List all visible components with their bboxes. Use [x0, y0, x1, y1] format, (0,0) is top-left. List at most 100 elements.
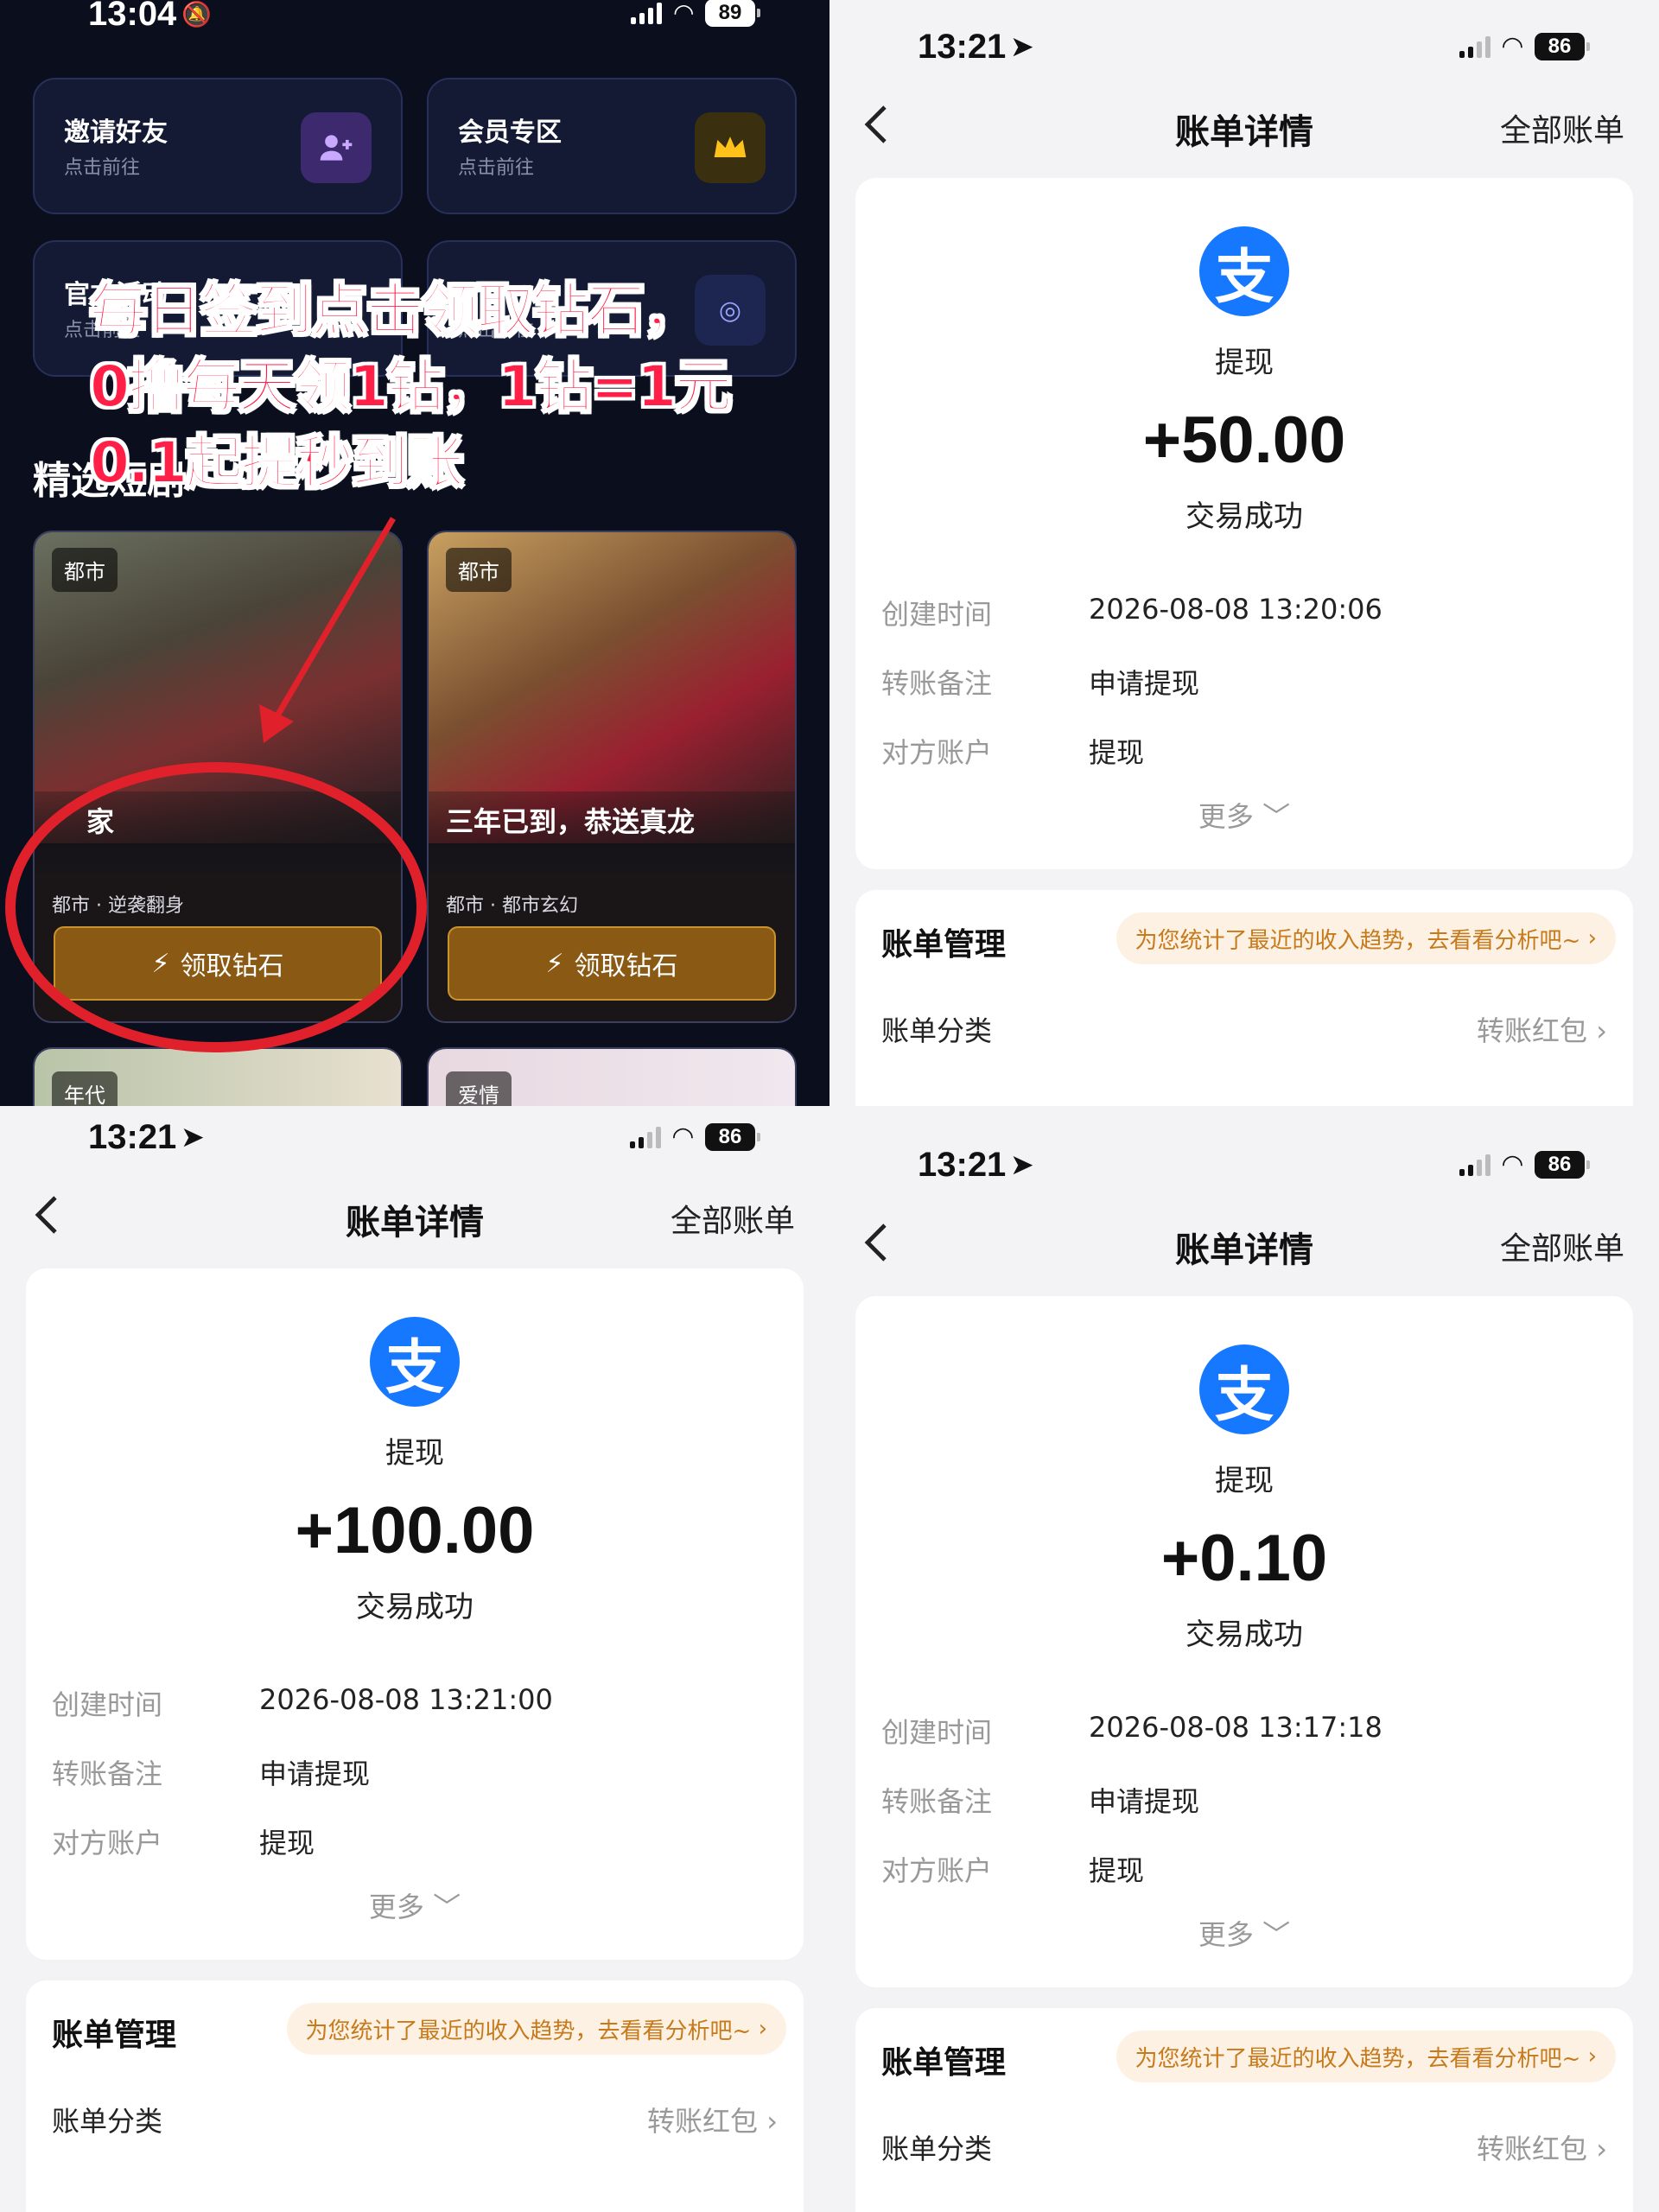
location-arrow-icon: ➤	[1011, 33, 1033, 61]
detail-value: 2026-08-08 13:21:00	[259, 1683, 553, 1716]
bill-card: 支 提现 +50.00 交易成功 创建时间 2026-08-08 13:20:06…	[855, 178, 1633, 869]
category-label: 账单分类	[881, 2133, 993, 2165]
chevron-right-icon: ›	[1587, 2044, 1597, 2069]
bill-detail-screen: 13:21 ➤ ◠ 86 账单详情 全部账单 支 提现 +0.10 交易成功 创…	[830, 1106, 1659, 2212]
battery-icon: 86	[705, 1122, 760, 1151]
status-time: 13:21	[918, 1146, 1007, 1184]
bill-status: 交易成功	[1185, 499, 1303, 534]
bill-card: 支 提现 +0.10 交易成功 创建时间 2026-08-08 13:17:18 …	[855, 1296, 1633, 1987]
wifi-icon: ◠	[672, 1122, 693, 1152]
management-title: 账单管理	[881, 2045, 1007, 2081]
status-bar: 13:21 ➤ ◠ 86	[0, 1106, 830, 1158]
chevron-down-icon: ﹀	[1262, 1918, 1291, 1951]
chevron-down-icon: ﹀	[1262, 800, 1291, 833]
more-toggle[interactable]: 更多 ﹀	[26, 1885, 804, 1925]
chevron-right-icon: ›	[1587, 925, 1597, 951]
category-value[interactable]: 转账红包 ›	[647, 2100, 778, 2139]
chevron-right-icon: ›	[1596, 1014, 1607, 1047]
detail-key: 创建时间	[881, 598, 993, 631]
app-screen: 13:04 🔕 ◠ 89 邀请好友 点击前往 会员专区 点击前往 官方活动 点击…	[0, 0, 830, 1106]
nav-bar: 账单详情 全部账单	[830, 90, 1659, 159]
detail-key: 对方账户	[52, 1827, 163, 1859]
status-bar: 13:21 ➤ ◠ 86	[830, 16, 1659, 67]
all-bills-link[interactable]: 全部账单	[1500, 105, 1624, 150]
highlight-circle	[5, 762, 427, 1052]
all-bills-link[interactable]: 全部账单	[1500, 1224, 1624, 1268]
alipay-logo-icon: 支	[1199, 1344, 1289, 1434]
arrow-head	[259, 704, 294, 743]
signal-icon	[629, 1126, 661, 1148]
status-bar: 13:21 ➤ ◠ 86	[830, 1134, 1659, 1185]
signal-icon	[1459, 35, 1491, 58]
bill-detail-screen: 13:21 ➤ ◠ 86 账单详情 全部账单 支 提现 +50.00 交易成功 …	[830, 0, 1659, 1106]
detail-key: 对方账户	[881, 736, 993, 769]
chevron-right-icon: ›	[758, 2016, 767, 2042]
detail-row: 创建时间 2026-08-08 13:21:00	[52, 1683, 778, 1726]
detail-value: 申请提现	[1089, 1785, 1200, 1818]
detail-key: 转账备注	[52, 1758, 163, 1790]
detail-row: 转账备注 申请提现	[52, 1752, 778, 1796]
detail-value: 提现	[1089, 1854, 1145, 1887]
all-bills-link[interactable]: 全部账单	[671, 1196, 795, 1241]
detail-row: 对方账户 提现	[52, 1821, 778, 1865]
wifi-icon: ◠	[1502, 1149, 1522, 1179]
battery-icon: 86	[1535, 1150, 1590, 1179]
signal-icon	[1459, 1154, 1491, 1176]
bill-status: 交易成功	[1185, 1618, 1303, 1652]
detail-value: 2026-08-08 13:20:06	[1089, 593, 1382, 626]
detail-row: 对方账户 提现	[881, 731, 1607, 774]
bill-amount: +50.00	[1142, 404, 1346, 477]
status-time: 13:21	[918, 28, 1007, 66]
bill-management: 账单管理 为您统计了最近的收入趋势，去看看分析吧~ › 账单分类 转账红包 ›	[855, 890, 1633, 1106]
battery-icon: 86	[1535, 32, 1590, 60]
detail-row: 创建时间 2026-08-08 13:17:18	[881, 1711, 1607, 1754]
more-toggle[interactable]: 更多 ﹀	[855, 1913, 1633, 1953]
bill-amount: +0.10	[1160, 1522, 1328, 1595]
bill-card: 支 提现 +100.00 交易成功 创建时间 2026-08-08 13:21:0…	[26, 1268, 804, 1960]
detail-key: 创建时间	[881, 1716, 993, 1749]
bill-status: 交易成功	[356, 1590, 474, 1624]
category-value[interactable]: 转账红包 ›	[1477, 1009, 1607, 1049]
wifi-icon: ◠	[1502, 31, 1522, 61]
bill-detail-screen: 13:21 ➤ ◠ 86 账单详情 全部账单 支 提现 +100.00 交易成功…	[0, 1106, 830, 2212]
detail-row: 转账备注 申请提现	[881, 662, 1607, 705]
category-value[interactable]: 转账红包 ›	[1477, 2127, 1607, 2167]
detail-value: 申请提现	[1089, 667, 1200, 700]
detail-key: 转账备注	[881, 667, 993, 700]
detail-value: 提现	[1089, 736, 1145, 769]
chevron-right-icon: ›	[766, 2105, 778, 2138]
alipay-logo-icon: 支	[370, 1317, 460, 1407]
annotation-marks	[5, 517, 427, 1052]
detail-key: 对方账户	[881, 1854, 993, 1887]
detail-row: 创建时间 2026-08-08 13:20:06	[881, 593, 1607, 636]
analysis-tip[interactable]: 为您统计了最近的收入趋势，去看看分析吧~ ›	[1116, 2031, 1616, 2082]
bill-management: 账单管理 为您统计了最近的收入趋势，去看看分析吧~ › 账单分类 转账红包 ›	[26, 1980, 804, 2212]
location-arrow-icon: ➤	[1011, 1151, 1033, 1179]
bill-type: 提现	[1215, 1464, 1274, 1498]
detail-row: 转账备注 申请提现	[881, 1780, 1607, 1823]
detail-value: 2026-08-08 13:17:18	[1089, 1711, 1382, 1744]
detail-value: 提现	[259, 1827, 315, 1859]
detail-key: 创建时间	[52, 1688, 163, 1721]
bill-type: 提现	[385, 1436, 444, 1471]
management-title: 账单管理	[881, 927, 1007, 963]
analysis-tip[interactable]: 为您统计了最近的收入趋势，去看看分析吧~ ›	[1116, 912, 1616, 964]
detail-value: 申请提现	[259, 1758, 371, 1790]
chevron-down-icon: ﹀	[433, 1891, 461, 1923]
category-label: 账单分类	[881, 1014, 993, 1047]
bill-management: 账单管理 为您统计了最近的收入趋势，去看看分析吧~ › 账单分类 转账红包 ›	[855, 2008, 1633, 2212]
location-arrow-icon: ➤	[181, 1123, 204, 1152]
management-title: 账单管理	[52, 2018, 177, 2053]
bill-type: 提现	[1215, 346, 1274, 380]
alipay-logo-icon: 支	[1199, 226, 1289, 316]
nav-bar: 账单详情 全部账单	[0, 1180, 830, 1249]
bill-amount: +100.00	[295, 1494, 535, 1567]
chevron-right-icon: ›	[1596, 2133, 1607, 2165]
more-toggle[interactable]: 更多 ﹀	[855, 795, 1633, 835]
detail-row: 对方账户 提现	[881, 1849, 1607, 1892]
detail-key: 转账备注	[881, 1785, 993, 1818]
pointer-arrow	[273, 517, 397, 719]
analysis-tip[interactable]: 为您统计了最近的收入趋势，去看看分析吧~ ›	[286, 2003, 786, 2055]
category-label: 账单分类	[52, 2105, 163, 2138]
nav-bar: 账单详情 全部账单	[830, 1208, 1659, 1277]
